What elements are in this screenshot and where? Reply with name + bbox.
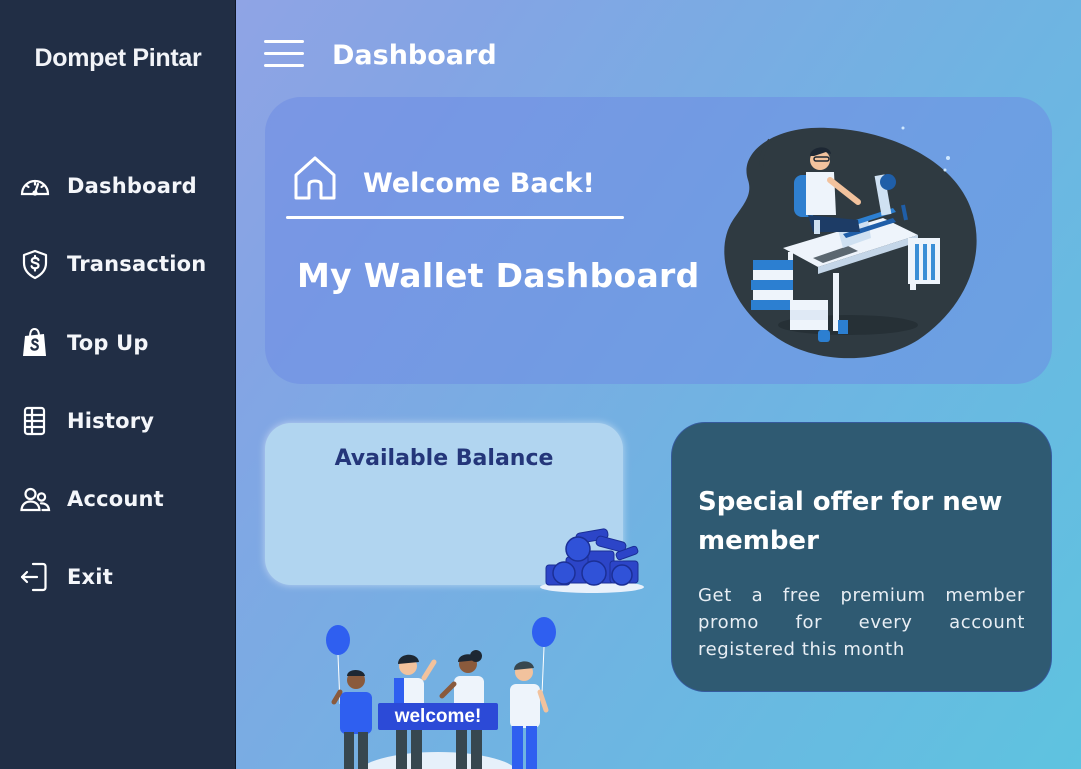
sidebar-item-account[interactable]: Account (18, 479, 228, 519)
sidebar-item-label: Top Up (67, 331, 149, 355)
home-icon (294, 156, 336, 200)
welcome-banner: welcome! (378, 703, 498, 730)
sidebar-item-dashboard[interactable]: Dashboard (18, 166, 228, 206)
shield-dollar-icon (18, 247, 52, 281)
sidebar-item-transaction[interactable]: Transaction (18, 244, 228, 284)
sidebar-item-label: Account (67, 487, 164, 511)
brand-logo: Dompet Pintar (34, 44, 202, 72)
sidebar-item-label: Transaction (67, 252, 207, 276)
offer-title: Special offer for new member (698, 487, 1003, 556)
menu-icon[interactable] (264, 40, 304, 70)
sidebar-item-label: Dashboard (67, 174, 197, 198)
page-title: Dashboard (332, 40, 497, 71)
people-welcome-illustration (326, 617, 556, 769)
ledger-icon (18, 404, 52, 438)
exit-icon (18, 560, 52, 594)
divider (286, 216, 624, 219)
hero-title: My Wallet Dashboard (297, 256, 700, 295)
users-icon (18, 482, 52, 516)
sidebar-item-history[interactable]: History (18, 401, 228, 441)
shopping-bag-icon (18, 326, 52, 360)
person-at-desk-illustration (724, 126, 977, 359)
sidebar-item-exit[interactable]: Exit (18, 557, 228, 597)
offer-description: Get a free premium member promo for ever… (698, 585, 1025, 660)
welcome-heading: Welcome Back! (363, 168, 595, 199)
sidebar: Dompet Pintar Dashboard Transaction Top … (0, 0, 236, 769)
sidebar-item-label: Exit (67, 565, 113, 589)
speedometer-icon (18, 169, 52, 203)
sidebar-item-label: History (67, 409, 155, 433)
sidebar-item-top-up[interactable]: Top Up (18, 323, 228, 363)
balance-title: Available Balance (334, 446, 554, 471)
coins-illustration (540, 528, 644, 593)
